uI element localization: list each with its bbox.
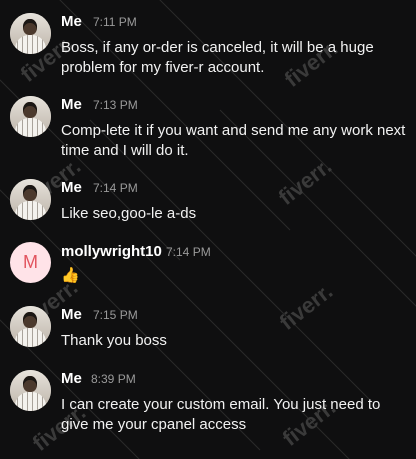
message-time: 7:15 PM: [93, 308, 138, 322]
message-text: Like seo,goo-le a-ds: [61, 205, 197, 222]
message-time: 7:13 PM: [93, 98, 138, 112]
message-time: 8:39 PM: [91, 372, 136, 386]
avatar-me: [10, 179, 51, 220]
message-time: 7:14 PM: [166, 245, 211, 259]
message-time: 7:11 PM: [93, 15, 137, 29]
sender-name: mollywright10: [61, 243, 162, 260]
message-time: 7:14 PM: [93, 181, 138, 195]
avatar-me: [10, 306, 51, 347]
sender-name: Me: [61, 179, 82, 196]
avatar-me: [10, 96, 51, 137]
sender-name: Me: [61, 13, 82, 30]
chat-thread: Me 7:11 PM Boss, if any or-der is cancel…: [0, 0, 416, 459]
thumbs-up-emoji: 👍: [61, 267, 80, 284]
sender-name: Me: [61, 96, 82, 113]
avatar-me: [10, 370, 51, 411]
message-text: Boss, if any or-der is canceled, it will…: [61, 39, 374, 76]
message-text: I can create your custom email. You just…: [61, 396, 381, 433]
avatar-me: [10, 13, 51, 54]
message-text: Comp-lete it if you want and send me any…: [61, 122, 406, 159]
sender-name: Me: [61, 306, 82, 323]
message-text: Thank you boss: [61, 332, 167, 349]
sender-name: Me: [61, 370, 82, 387]
avatar-mollywright10: M: [10, 242, 51, 283]
